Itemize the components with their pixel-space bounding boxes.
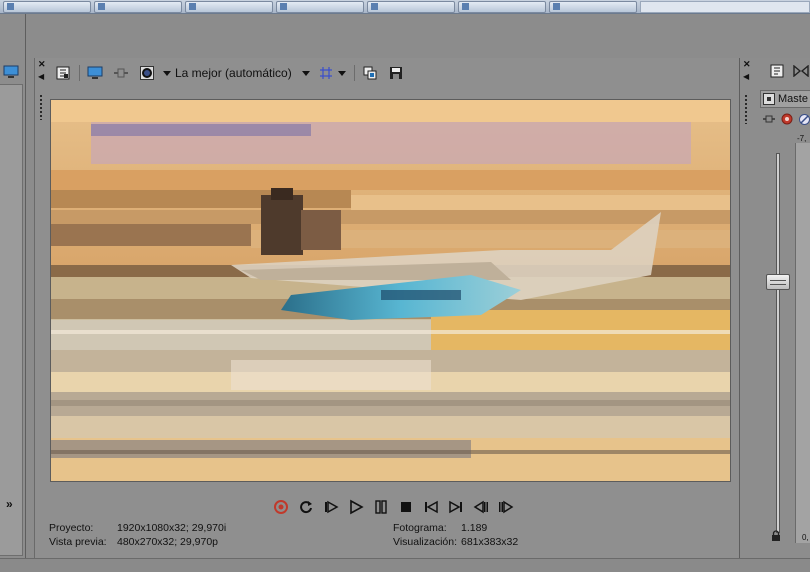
display-label: Visualización: bbox=[393, 536, 458, 548]
app-icon bbox=[189, 3, 196, 10]
taskbar-empty-area bbox=[640, 0, 810, 13]
dropdown-arrow-icon bbox=[163, 70, 171, 76]
insert-fx-icon[interactable] bbox=[762, 114, 776, 127]
taskbar-button[interactable] bbox=[185, 0, 273, 13]
collapse-arrow-icon[interactable]: ◀ bbox=[38, 72, 44, 81]
app-icon bbox=[462, 3, 469, 10]
overlay-mode-button[interactable] bbox=[137, 63, 157, 83]
project-label: Proyecto: bbox=[49, 522, 94, 534]
taskbar-button[interactable] bbox=[367, 0, 455, 13]
left-panel-content bbox=[0, 84, 23, 556]
monitor-icon[interactable] bbox=[3, 65, 19, 82]
taskbar-button[interactable] bbox=[549, 0, 637, 13]
next-frame-button[interactable] bbox=[497, 498, 515, 516]
app-icon bbox=[7, 3, 14, 10]
master-bus-mixer-panel: ✕ ◀ Maste -7, 0, bbox=[739, 58, 810, 558]
level-meter bbox=[795, 143, 810, 543]
app-icon bbox=[371, 3, 378, 10]
fx-gear-icon[interactable] bbox=[780, 112, 794, 129]
play-button[interactable] bbox=[347, 498, 365, 516]
mute-icon[interactable] bbox=[798, 113, 810, 129]
taskbar-button[interactable] bbox=[3, 0, 91, 13]
previous-frame-button[interactable] bbox=[472, 498, 490, 516]
meter-peak-readout: -7, bbox=[797, 134, 807, 143]
preview-label: Vista previa: bbox=[49, 536, 107, 548]
expand-chevron-icon[interactable]: » bbox=[6, 497, 13, 511]
collapse-arrow-icon[interactable]: ◀ bbox=[743, 72, 749, 81]
go-to-start-button[interactable] bbox=[422, 498, 440, 516]
chevron-down-icon bbox=[301, 70, 310, 76]
mixer-properties-button[interactable] bbox=[770, 64, 784, 81]
preview-value: 480x270x32; 29,970p bbox=[117, 536, 219, 548]
master-bus-label: Maste bbox=[778, 93, 808, 105]
dock-grip-handle[interactable] bbox=[40, 94, 42, 120]
volume-fader-handle[interactable] bbox=[766, 274, 790, 290]
taskbar bbox=[0, 0, 810, 14]
pause-button[interactable] bbox=[372, 498, 390, 516]
bus-icon bbox=[763, 93, 775, 105]
close-icon[interactable]: ✕ bbox=[743, 60, 752, 69]
frame-value: 1.189 bbox=[461, 522, 488, 534]
app-icon bbox=[98, 3, 105, 10]
external-monitor-button[interactable] bbox=[85, 63, 105, 83]
preview-quality-value: La mejor (automático) bbox=[175, 66, 292, 80]
toolbar-separator bbox=[353, 65, 355, 81]
loop-playback-button[interactable] bbox=[297, 498, 315, 516]
master-bus-header[interactable]: Maste bbox=[760, 90, 810, 108]
split-screen-view-button[interactable] bbox=[111, 63, 131, 83]
volume-fader-track[interactable] bbox=[776, 153, 780, 533]
video-frame-glitch-image bbox=[51, 100, 730, 481]
dock-grip-handle[interactable] bbox=[745, 94, 747, 124]
app-icon bbox=[553, 3, 560, 10]
preview-properties-button[interactable] bbox=[53, 63, 73, 83]
taskbar-button[interactable] bbox=[94, 0, 182, 13]
grid-overlay-button[interactable] bbox=[316, 63, 336, 83]
stop-button[interactable] bbox=[397, 498, 415, 516]
record-button[interactable] bbox=[272, 498, 290, 516]
display-value: 681x383x32 bbox=[461, 536, 519, 548]
lock-icon[interactable] bbox=[771, 530, 781, 545]
video-preview-image[interactable] bbox=[50, 99, 731, 482]
left-docked-panel: » bbox=[0, 14, 26, 559]
save-snapshot-button[interactable] bbox=[386, 63, 406, 83]
close-icon[interactable]: ✕ bbox=[38, 60, 47, 69]
video-preview-window: ✕ ◀ La mejor (automático) Proyecto: 1920… bbox=[34, 58, 739, 558]
play-from-start-button[interactable] bbox=[322, 498, 340, 516]
toolbar-separator bbox=[79, 65, 80, 81]
preview-status-bar: Proyecto: 1920x1080x32; 29,970i Vista pr… bbox=[35, 520, 740, 558]
go-to-end-button[interactable] bbox=[447, 498, 465, 516]
frame-label: Fotograma: bbox=[393, 522, 447, 534]
mixer-view-button[interactable] bbox=[793, 64, 809, 80]
taskbar-button[interactable] bbox=[458, 0, 546, 13]
taskbar-button[interactable] bbox=[276, 0, 364, 13]
preview-quality-dropdown[interactable]: La mejor (automático) bbox=[163, 66, 310, 80]
copy-snapshot-button[interactable] bbox=[360, 63, 380, 83]
bottom-panel-edge bbox=[0, 558, 810, 572]
preview-toolbar: La mejor (automático) bbox=[53, 62, 412, 84]
meter-bottom-readout: 0, bbox=[802, 533, 809, 542]
app-icon bbox=[280, 3, 287, 10]
transport-controls bbox=[272, 497, 515, 517]
project-value: 1920x1080x32; 29,970i bbox=[117, 522, 227, 534]
grid-dropdown-icon[interactable] bbox=[337, 70, 346, 76]
